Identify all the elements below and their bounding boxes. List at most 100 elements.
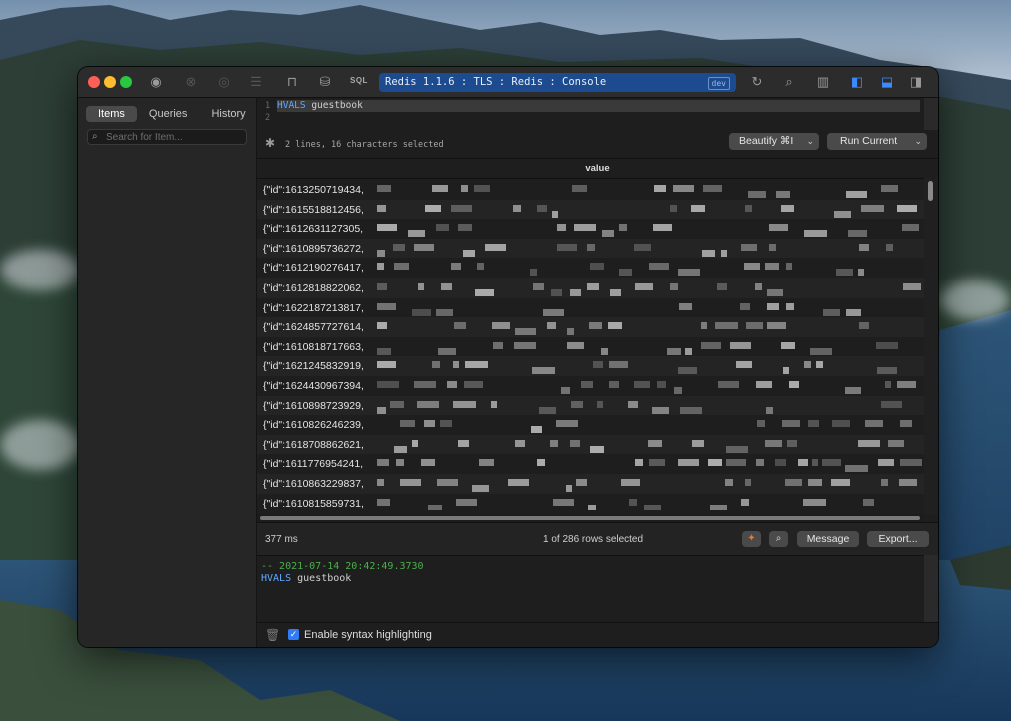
table-row[interactable]: {"id":1610895736272, — [257, 238, 924, 259]
redacted-block — [710, 504, 727, 510]
results-horizontal-scrollbar[interactable] — [257, 514, 924, 522]
export-button[interactable]: Export... — [867, 531, 929, 547]
redacted-block — [808, 478, 822, 486]
pin-icon[interactable]: ✦ — [742, 531, 761, 547]
redacted-block — [652, 406, 669, 414]
tab-queries[interactable]: Queries — [137, 106, 200, 122]
editor-scrollbar[interactable] — [924, 98, 938, 130]
redacted-block — [741, 243, 757, 251]
redacted-block — [846, 191, 867, 198]
scroll-thumb[interactable] — [928, 181, 933, 201]
table-row[interactable]: {"id":1612631127305, — [257, 219, 924, 239]
redacted-block — [765, 439, 782, 447]
redacted-block — [408, 230, 425, 238]
search-icon[interactable]: ⌕ — [769, 531, 788, 547]
redacted-block — [514, 341, 536, 349]
redacted-block — [678, 459, 699, 467]
redacted-block — [769, 243, 776, 251]
eye-icon[interactable]: ◎ — [216, 74, 232, 90]
tab-history[interactable]: History — [199, 106, 257, 122]
plugin-icon[interactable]: ◉ — [148, 74, 164, 90]
redacted-block — [597, 400, 603, 408]
redacted-block — [717, 282, 727, 290]
redacted-block — [432, 185, 448, 192]
redacted-block — [414, 380, 436, 388]
redacted-block — [744, 263, 760, 271]
table-row[interactable]: {"id":1610863229837, — [257, 473, 924, 494]
redacted-block — [667, 347, 681, 355]
table-row[interactable]: {"id":1611776954241, — [257, 454, 924, 474]
table-row[interactable]: {"id":1610818717663, — [257, 337, 924, 357]
close-window-button[interactable] — [88, 76, 100, 88]
table-row[interactable]: {"id":1610815859731, — [257, 494, 924, 510]
redacted-block — [610, 288, 621, 296]
table-row[interactable]: {"id":1615518812456, — [257, 199, 924, 220]
redacted-block — [436, 224, 449, 232]
redacted-block — [456, 498, 477, 506]
connection-title: Redis 1.1.6 : TLS : Redis : Console dev — [379, 73, 736, 92]
beautify-label: Beautify ⌘I — [739, 135, 794, 147]
minimize-window-button[interactable] — [104, 76, 116, 88]
redacted-block — [417, 400, 439, 408]
table-row[interactable]: {"id":1624430967394, — [257, 376, 924, 396]
redacted-block — [766, 406, 773, 414]
tab-items[interactable]: Items — [86, 106, 137, 122]
results-vertical-scrollbar[interactable] — [924, 178, 938, 515]
trash-icon[interactable]: 🗑 — [265, 628, 280, 642]
table-row[interactable]: {"id":1624857727614, — [257, 317, 924, 337]
redacted-block — [635, 282, 653, 290]
redacted-block — [730, 341, 751, 349]
right-panel-icon[interactable]: ◨ — [908, 74, 924, 90]
redacted-block — [902, 224, 919, 232]
sql-button[interactable]: SQL — [350, 76, 368, 85]
console-scrollbar[interactable] — [924, 555, 938, 622]
redacted-block — [822, 459, 841, 467]
line-number: 2 — [265, 113, 271, 123]
rows-selected: 1 of 286 rows selected — [543, 534, 644, 545]
console-log[interactable]: -- 2021-07-14 20:42:49.3730 HVALS guestb… — [257, 555, 924, 622]
left-panel-icon[interactable]: ◧ — [849, 74, 865, 90]
redacted-block — [463, 249, 475, 257]
database-icon[interactable]: ⛁ — [317, 74, 333, 90]
zoom-window-button[interactable] — [120, 76, 132, 88]
table-row[interactable]: {"id":1610898723929, — [257, 395, 924, 416]
redacted-block — [745, 478, 751, 486]
syntax-highlight-checkbox[interactable]: ✓ — [288, 629, 299, 640]
redacted-block — [885, 380, 891, 388]
search-icon[interactable]: ⌕ — [781, 74, 797, 90]
redacted-block — [746, 322, 763, 330]
bottom-panel-icon[interactable]: ⬓ — [879, 74, 895, 90]
gear-icon[interactable]: ✱ — [265, 136, 275, 150]
beautify-button[interactable]: Beautify ⌘I ⌄ — [729, 133, 819, 150]
redacted-block — [441, 282, 452, 290]
columns-icon[interactable]: ▥ — [815, 74, 831, 90]
table-row[interactable]: {"id":1618708862621, — [257, 434, 924, 455]
scroll-thumb[interactable] — [260, 516, 920, 520]
redacted-block — [438, 347, 456, 355]
table-row[interactable]: {"id":1613250719434, — [257, 180, 924, 200]
redacted-block — [721, 249, 727, 257]
refresh-icon[interactable]: ↻ — [749, 74, 765, 90]
column-header-value[interactable]: value — [257, 159, 938, 179]
redacted-block — [845, 386, 861, 394]
table-row[interactable]: {"id":1612818822062, — [257, 277, 924, 298]
redacted-block — [593, 361, 603, 369]
redacted-block — [816, 361, 823, 369]
item-search-input[interactable] — [106, 130, 244, 144]
query-editor[interactable]: 1 2 HVALS guestbook — [257, 98, 924, 125]
message-button[interactable]: Message — [797, 531, 859, 547]
redacted-block — [900, 459, 922, 467]
redacted-block — [377, 302, 396, 310]
table-row[interactable]: {"id":1621245832919, — [257, 356, 924, 376]
run-current-button[interactable]: Run Current ⌄ — [827, 133, 927, 150]
redacted-block — [550, 439, 558, 447]
table-row[interactable]: {"id":1612190276417, — [257, 258, 924, 278]
table-row[interactable]: {"id":1622187213817, — [257, 298, 924, 318]
table-row[interactable]: {"id":1610826246239, — [257, 415, 924, 435]
row-value: {"id":1618708862621, — [263, 438, 364, 451]
redacted-block — [377, 249, 385, 257]
redacted-block — [561, 386, 570, 394]
unlock-icon[interactable]: ⊓ — [284, 74, 300, 90]
list-icon[interactable]: ☰ — [248, 74, 264, 90]
stop-icon[interactable]: ⊗ — [183, 74, 199, 90]
